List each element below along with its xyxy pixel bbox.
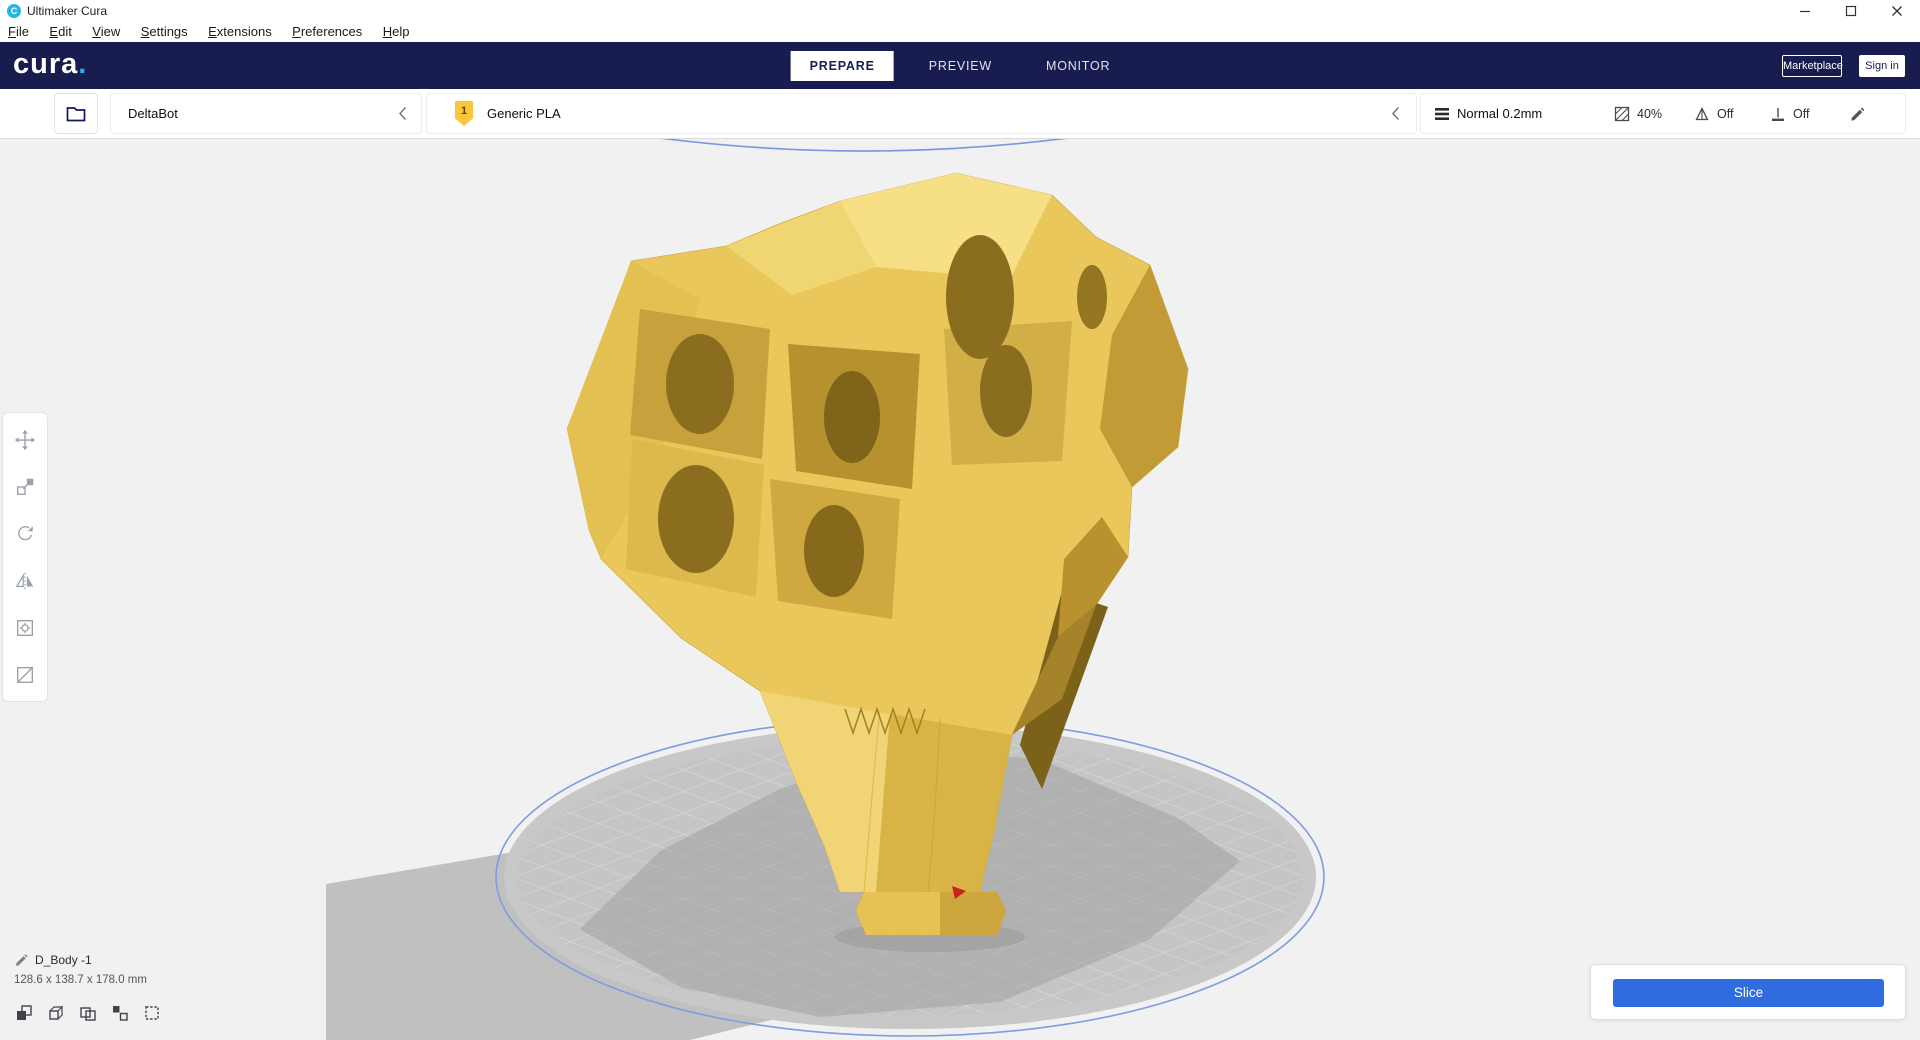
scale-tool-button[interactable] xyxy=(3,463,47,510)
per-model-settings-icon xyxy=(16,619,34,636)
open-folder-icon xyxy=(66,106,86,121)
scale-icon xyxy=(16,478,34,495)
edit-pencil-icon[interactable] xyxy=(14,952,29,967)
close-icon xyxy=(1892,6,1902,16)
logo-dot: . xyxy=(78,48,88,80)
model-name-label: D_Body -1 xyxy=(35,952,92,967)
extruder-badge: 1 xyxy=(455,101,473,126)
merge-models-button[interactable] xyxy=(142,1003,162,1023)
menu-help[interactable]: Help xyxy=(375,22,418,42)
open-file-button[interactable] xyxy=(54,93,98,134)
cube-pair-icon xyxy=(113,1006,128,1021)
main-header: cura. PREPARE PREVIEW MONITOR Marketplac… xyxy=(0,42,1920,89)
sign-in-button[interactable]: Sign in xyxy=(1859,55,1905,77)
chevron-left-icon xyxy=(1392,107,1400,120)
viewport-3d[interactable] xyxy=(0,139,1920,1040)
mirror-icon xyxy=(15,572,34,589)
window-controls xyxy=(1782,0,1920,22)
move-icon xyxy=(14,429,36,450)
menu-view[interactable]: View xyxy=(84,22,128,42)
edit-pencil-icon xyxy=(1851,107,1865,121)
maximize-icon xyxy=(1845,5,1857,17)
cube-dashed-icon xyxy=(145,1006,159,1020)
rotate-tool-button[interactable] xyxy=(3,510,47,557)
printer-selector[interactable]: DeltaBot xyxy=(110,93,422,134)
infill-grid-icon xyxy=(1614,106,1630,121)
minimize-button[interactable] xyxy=(1782,0,1828,22)
infill-value: 40% xyxy=(1637,106,1663,121)
support-blocker-button[interactable] xyxy=(3,651,47,698)
center-model-button[interactable] xyxy=(46,1003,66,1023)
menu-preferences[interactable]: Preferences xyxy=(284,22,370,42)
build-scene xyxy=(326,139,1325,1040)
edit-settings-button[interactable] xyxy=(1849,94,1866,133)
menubar: File Edit View Settings Extensions Prefe… xyxy=(0,22,1920,42)
arrange-models-button[interactable] xyxy=(78,1003,98,1023)
model-tools-row xyxy=(14,1003,162,1023)
marketplace-button[interactable]: Marketplace xyxy=(1782,55,1843,77)
stage-tabs: PREPARE PREVIEW MONITOR xyxy=(790,51,1130,81)
profile-value: Normal 0.2mm xyxy=(1457,106,1543,121)
tab-prepare[interactable]: PREPARE xyxy=(790,51,894,81)
infill-group: 40% xyxy=(1613,94,1662,133)
selected-model-info: D_Body -1 128.6 x 138.7 x 178.0 mm xyxy=(14,952,147,987)
support-icon xyxy=(1695,106,1709,120)
mirror-tool-button[interactable] xyxy=(3,557,47,604)
window-title: Ultimaker Cura xyxy=(27,4,108,18)
model-dimensions-label: 128.6 x 138.7 x 178.0 mm xyxy=(14,974,147,986)
menu-extensions[interactable]: Extensions xyxy=(200,22,280,42)
support-group: Off xyxy=(1693,94,1733,133)
close-button[interactable] xyxy=(1874,0,1920,22)
tab-preview[interactable]: PREVIEW xyxy=(910,51,1011,81)
menu-edit[interactable]: Edit xyxy=(41,22,79,42)
menu-file[interactable]: File xyxy=(0,22,37,42)
adhesion-value: Off xyxy=(1793,106,1810,121)
cube-stack-icon xyxy=(17,1005,32,1020)
cura-app-icon: C xyxy=(7,4,21,18)
rotate-icon xyxy=(18,525,33,540)
menu-settings[interactable]: Settings xyxy=(133,22,196,42)
cube-3d-icon xyxy=(49,1005,64,1020)
minimize-icon xyxy=(1800,10,1810,13)
print-settings-selector[interactable]: Normal 0.2mm 40% Off Off xyxy=(1420,93,1906,134)
move-tool-button[interactable] xyxy=(3,416,47,463)
tab-monitor[interactable]: MONITOR xyxy=(1027,51,1129,81)
profile-group: Normal 0.2mm xyxy=(1433,94,1542,133)
profile-layers-icon xyxy=(1435,107,1449,120)
printer-name: DeltaBot xyxy=(128,106,178,121)
chevron-left-icon xyxy=(399,107,407,120)
slice-button[interactable]: Slice xyxy=(1613,979,1884,1007)
material-selector[interactable]: 1 Generic PLA xyxy=(426,93,1417,134)
action-panel: Slice xyxy=(1590,964,1906,1020)
adhesion-icon xyxy=(1772,107,1784,121)
support-blocker-icon xyxy=(16,666,34,683)
multiply-model-button[interactable] xyxy=(14,1003,34,1023)
group-models-button[interactable] xyxy=(110,1003,130,1023)
cube-overlap-icon xyxy=(80,1007,96,1021)
adhesion-group: Off xyxy=(1769,94,1809,133)
titlebar: C Ultimaker Cura xyxy=(0,0,1920,22)
support-value: Off xyxy=(1717,106,1734,121)
left-tool-panel xyxy=(2,412,48,702)
maximize-button[interactable] xyxy=(1828,0,1874,22)
configuration-bar: DeltaBot 1 Generic PLA Normal 0.2mm 40% xyxy=(0,89,1920,139)
build-volume-top-arc xyxy=(661,139,1067,152)
cura-logo: cura. xyxy=(13,48,88,80)
material-name: Generic PLA xyxy=(487,106,561,121)
per-model-settings-button[interactable] xyxy=(3,604,47,651)
